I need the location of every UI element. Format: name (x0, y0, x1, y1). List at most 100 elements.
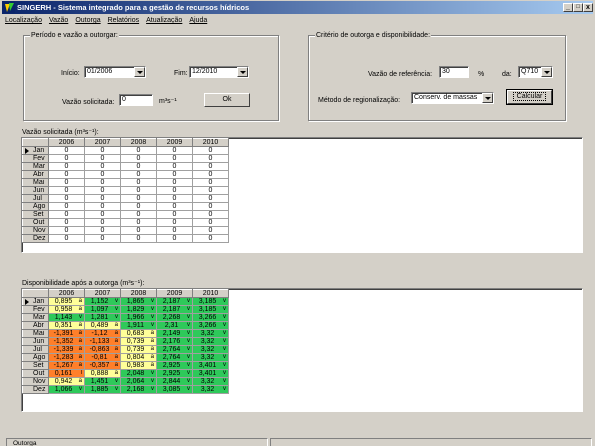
table-cell[interactable]: 0 (120, 218, 157, 227)
row-header[interactable]: Out (22, 369, 49, 378)
menu-relatorios[interactable]: Relatórios (108, 17, 140, 24)
row-header[interactable]: Mai (22, 178, 49, 187)
availability-cell[interactable]: 2,176 v (156, 337, 193, 346)
table-cell[interactable]: 0 (156, 170, 193, 179)
table-cell[interactable]: 0 (84, 194, 121, 203)
availability-cell[interactable]: -1,352 a (48, 337, 85, 346)
table-cell[interactable]: 0 (192, 194, 229, 203)
chevron-down-icon[interactable] (482, 93, 493, 103)
availability-cell[interactable]: 1,451 v (84, 377, 121, 386)
table-cell[interactable]: 0 (48, 226, 85, 235)
table-cell[interactable]: 0 (156, 194, 193, 203)
availability-cell[interactable]: 3,32 v (192, 385, 229, 394)
chevron-down-icon[interactable] (237, 67, 248, 77)
table-cell[interactable]: 0 (120, 194, 157, 203)
availability-cell[interactable]: 1,885 v (84, 385, 121, 394)
title-bar[interactable]: SINGERH - Sistema integrado para a gestã… (2, 1, 593, 14)
row-header[interactable]: Fev (22, 154, 49, 163)
availability-cell[interactable]: 2,064 v (120, 377, 157, 386)
row-header[interactable]: Jul (22, 345, 49, 354)
row-header[interactable]: Dez (22, 234, 49, 243)
table-cell[interactable]: 0 (156, 178, 193, 187)
availability-cell[interactable]: 3,085 v (156, 385, 193, 394)
availability-cell[interactable]: 2,168 v (120, 385, 157, 394)
availability-cell[interactable]: 0,895 a (48, 297, 85, 306)
menu-vazao[interactable]: Vazão (49, 17, 68, 24)
table-cell[interactable]: 0 (48, 162, 85, 171)
availability-cell[interactable]: 1,097 v (84, 305, 121, 314)
table-cell[interactable]: 0 (156, 146, 193, 155)
availability-cell[interactable]: 3,185 v (192, 297, 229, 306)
table-cell[interactable]: 0 (84, 146, 121, 155)
table-cell[interactable]: 0 (192, 162, 229, 171)
column-header[interactable]: 2006 (48, 289, 85, 298)
table-cell[interactable]: 0 (192, 146, 229, 155)
table-cell[interactable]: 0 (120, 210, 157, 219)
table-cell[interactable]: 0 (84, 218, 121, 227)
availability-cell[interactable]: 1,829 v (120, 305, 157, 314)
method-select[interactable]: Conserv. de massas (411, 92, 494, 104)
availability-cell[interactable]: 2,844 v (156, 377, 193, 386)
table-cell[interactable]: 0 (84, 234, 121, 243)
availability-cell[interactable]: 3,32 v (192, 329, 229, 338)
row-header[interactable]: Ago (22, 353, 49, 362)
row-header[interactable]: Nov (22, 226, 49, 235)
column-header[interactable]: 2008 (120, 138, 157, 147)
table-cell[interactable]: 0 (48, 170, 85, 179)
table-cell[interactable]: 0 (84, 170, 121, 179)
table-cell[interactable]: 0 (156, 202, 193, 211)
column-header[interactable]: 2010 (192, 138, 229, 147)
table-cell[interactable]: 0 (48, 234, 85, 243)
row-header[interactable]: Set (22, 210, 49, 219)
table-cell[interactable]: 0 (192, 234, 229, 243)
table-cell[interactable]: 0 (156, 226, 193, 235)
row-header[interactable]: Fev (22, 305, 49, 314)
table-cell[interactable]: 0 (48, 154, 85, 163)
availability-cell[interactable]: 2,187 v (156, 305, 193, 314)
availability-cell[interactable]: 3,401 v (192, 361, 229, 370)
minimize-button[interactable]: _ (563, 3, 573, 12)
column-header[interactable]: 2009 (156, 289, 193, 298)
table-cell[interactable]: 0 (120, 186, 157, 195)
availability-cell[interactable]: 0,983 a (120, 361, 157, 370)
reference-select[interactable]: Q710 (518, 66, 553, 78)
menu-outorga[interactable]: Outorga (75, 17, 100, 24)
availability-cell[interactable]: 2,925 v (156, 361, 193, 370)
availability-cell[interactable]: 3,401 v (192, 369, 229, 378)
table-cell[interactable]: 0 (192, 226, 229, 235)
row-header[interactable]: Abr (22, 321, 49, 330)
availability-cell[interactable]: 3,32 v (192, 337, 229, 346)
chevron-down-icon[interactable] (541, 67, 552, 77)
availability-cell[interactable]: 2,764 v (156, 345, 193, 354)
table-cell[interactable]: 0 (48, 218, 85, 227)
availability-cell[interactable]: -1,391 a (48, 329, 85, 338)
menu-localizacao[interactable]: Localização (5, 17, 42, 24)
table-cell[interactable]: 0 (84, 226, 121, 235)
table-cell[interactable]: 0 (120, 170, 157, 179)
table-cell[interactable]: 0 (84, 162, 121, 171)
row-header[interactable]: Jun (22, 186, 49, 195)
availability-cell[interactable]: 3,266 v (192, 321, 229, 330)
menu-atualizacao[interactable]: Atualização (146, 17, 182, 24)
table-cell[interactable]: 0 (84, 210, 121, 219)
availability-cell[interactable]: -1,339 a (48, 345, 85, 354)
availability-cell[interactable]: 2,764 v (156, 353, 193, 362)
table-cell[interactable]: 0 (192, 210, 229, 219)
availability-cell[interactable]: 0,739 a (120, 345, 157, 354)
availability-cell[interactable]: 3,185 v (192, 305, 229, 314)
end-date-select[interactable]: 12/2010 (189, 66, 249, 78)
table-cell[interactable]: 0 (48, 202, 85, 211)
calculate-button[interactable]: Calcular (506, 89, 553, 105)
availability-cell[interactable]: 0,942 a (48, 377, 85, 386)
availability-grid[interactable]: 2006 2007 2008 2009 2010 Jan 0,895 a 1,152 v 1,865… (21, 288, 583, 412)
row-header[interactable]: Jul (22, 194, 49, 203)
table-cell[interactable]: 0 (192, 170, 229, 179)
availability-cell[interactable]: 3,32 v (192, 353, 229, 362)
availability-cell[interactable]: 1,143 v (48, 313, 85, 322)
table-cell[interactable]: 0 (120, 234, 157, 243)
menu-ajuda[interactable]: Ajuda (189, 17, 207, 24)
availability-cell[interactable]: -1,283 a (48, 353, 85, 362)
column-header[interactable]: 2009 (156, 138, 193, 147)
availability-cell[interactable]: 1,911 v (120, 321, 157, 330)
column-header[interactable]: 2008 (120, 289, 157, 298)
